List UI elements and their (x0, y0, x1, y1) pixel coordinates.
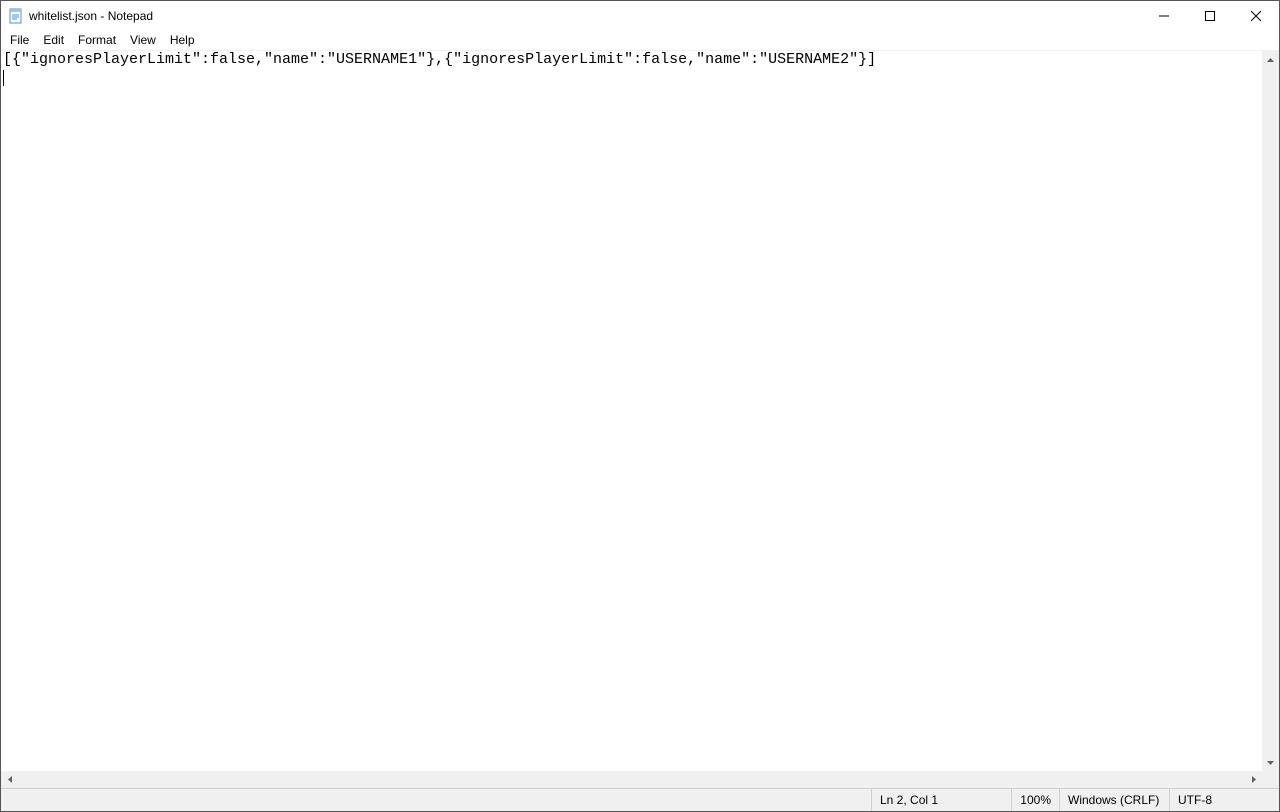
status-line-ending: Windows (CRLF) (1059, 789, 1169, 811)
hscroll-track[interactable] (18, 771, 1245, 788)
status-zoom: 100% (1011, 789, 1059, 811)
notepad-icon (8, 8, 24, 24)
window-title: whitelist.json - Notepad (29, 9, 1141, 23)
menu-help[interactable]: Help (163, 32, 202, 49)
scroll-up-icon[interactable] (1262, 51, 1279, 68)
titlebar: whitelist.json - Notepad (1, 1, 1279, 31)
vertical-scrollbar[interactable] (1262, 51, 1279, 771)
scrollbar-corner (1262, 771, 1279, 788)
editor-area: [{"ignoresPlayerLimit":false,"name":"USE… (1, 51, 1279, 771)
menu-edit[interactable]: Edit (36, 32, 71, 49)
status-cursor-position: Ln 2, Col 1 (871, 789, 1011, 811)
scroll-right-icon[interactable] (1245, 771, 1262, 788)
document-content: [{"ignoresPlayerLimit":false,"name":"USE… (3, 51, 876, 68)
status-encoding: UTF-8 (1169, 789, 1279, 811)
scroll-left-icon[interactable] (1, 771, 18, 788)
minimize-button[interactable] (1141, 1, 1187, 31)
menu-view[interactable]: View (123, 32, 163, 49)
scroll-down-icon[interactable] (1262, 754, 1279, 771)
menu-file[interactable]: File (3, 32, 36, 49)
close-button[interactable] (1233, 1, 1279, 31)
notepad-window: whitelist.json - Notepad File Edit Forma… (0, 0, 1280, 812)
maximize-button[interactable] (1187, 1, 1233, 31)
window-controls (1141, 1, 1279, 31)
menubar: File Edit Format View Help (1, 31, 1279, 51)
horizontal-scrollbar[interactable] (1, 771, 1279, 788)
text-caret (3, 70, 4, 86)
statusbar: Ln 2, Col 1 100% Windows (CRLF) UTF-8 (1, 788, 1279, 811)
text-editor[interactable]: [{"ignoresPlayerLimit":false,"name":"USE… (1, 51, 1262, 771)
menu-format[interactable]: Format (71, 32, 123, 49)
statusbar-spacer (1, 789, 871, 811)
